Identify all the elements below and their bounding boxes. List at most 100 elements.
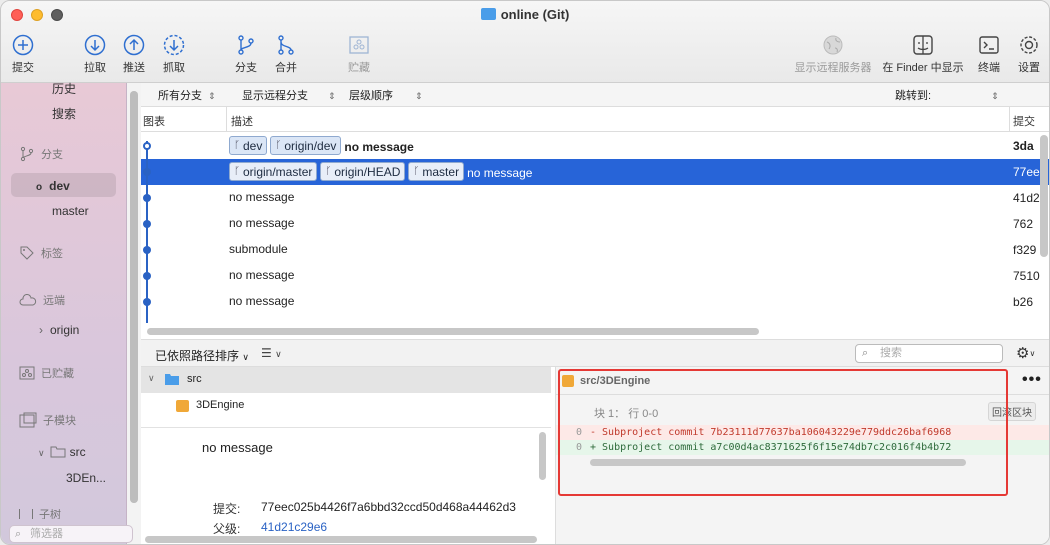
commit-description: no message xyxy=(229,266,294,282)
sidebar-scrollbar-thumb[interactable] xyxy=(130,91,138,503)
branch-tag-label: origin/dev xyxy=(284,138,337,153)
commit-hash: 762 xyxy=(1013,217,1034,231)
branch-tag[interactable]: ᚴ origin/dev xyxy=(270,136,342,155)
branch-tag[interactable]: ᚴ master xyxy=(408,162,465,181)
commit-message: no message xyxy=(229,294,295,308)
commit-message: no message xyxy=(229,190,295,204)
commit-hash: 7510 xyxy=(1013,269,1040,283)
commit-list: ᚴ dev ᚴ origin/dev no message 3da ᚴ origin/mast… xyxy=(141,133,1049,325)
toolbar: online (Git) 提交 拉取 推送 抓取 分支 合并 贮藏 显示远程服务… xyxy=(1,1,1049,83)
branch-icon: ᚴ xyxy=(275,140,282,151)
updown-chevron-icon: ⇕ xyxy=(328,91,336,101)
subtree-icon xyxy=(19,509,33,519)
more-options-button[interactable]: ••• xyxy=(1022,371,1042,389)
column-graph[interactable]: 图表 xyxy=(143,113,165,129)
stash-icon xyxy=(349,36,369,54)
commit-node xyxy=(143,142,151,150)
commit-message: no message xyxy=(467,165,533,180)
detail-hscrollbar[interactable] xyxy=(145,536,537,543)
branch-filter-dropdown[interactable]: 所有分支 ⇕ xyxy=(158,87,216,103)
remote-filter-dropdown[interactable]: 显示远程分支 ⇕ xyxy=(242,87,336,103)
tree-row-src[interactable]: ∨ src xyxy=(141,367,551,393)
sidebar-scrollbar[interactable] xyxy=(130,91,138,503)
sidebar-item-history[interactable]: 历史 xyxy=(52,80,76,97)
folder-icon xyxy=(165,374,179,385)
stash-button[interactable]: 贮藏 xyxy=(334,33,384,75)
parent-link[interactable]: 41d21c29e6 xyxy=(261,520,327,534)
commit-row[interactable]: ᚴ origin/master ᚴ origin/HEAD ᚴ master no mess… xyxy=(141,159,1049,185)
revert-hunk-button[interactable]: 回滚区块 xyxy=(988,402,1036,421)
column-description[interactable]: 描述 xyxy=(231,113,253,129)
sidebar-item-search[interactable]: 搜索 xyxy=(52,105,76,122)
sort-dropdown[interactable]: 已依照路径排序 ∨ xyxy=(155,347,249,364)
current-branch-icon: o xyxy=(36,182,43,193)
view-mode-dropdown[interactable]: ☰ ∨ xyxy=(261,346,282,360)
commit-description: no message xyxy=(229,214,294,230)
file-toolbar: 已依照路径排序 ∨ ☰ ∨ ⌕ 搜索 ⚙∨ xyxy=(141,339,1049,367)
settings-button[interactable]: 设置 xyxy=(1004,33,1049,75)
sidebar-filter-input[interactable]: ⌕ 筛选器 xyxy=(9,525,133,543)
branch-tag-label: master xyxy=(422,164,460,179)
stashes-section-header[interactable]: 已贮藏 xyxy=(19,365,74,381)
fetch-icon xyxy=(163,34,185,56)
cloud-icon xyxy=(19,294,37,306)
updown-chevron-icon: ⇕ xyxy=(208,91,216,101)
show-remote-button[interactable]: 显示远程服务器 xyxy=(793,33,873,75)
commit-hash-value: 77eec025b4426f7a6bbd32ccd50d468a44462d3 xyxy=(261,500,516,514)
column-commit[interactable]: 提交 xyxy=(1013,113,1035,129)
branch-tag[interactable]: ᚴ origin/master xyxy=(229,162,318,181)
merge-button[interactable]: 合并 xyxy=(261,33,311,75)
commit-row[interactable]: no message b26 xyxy=(141,289,1049,315)
finder-icon xyxy=(913,35,933,55)
sidebar-item-3dengine[interactable]: 3DEn... xyxy=(66,471,106,485)
chevron-down-icon: ∨ xyxy=(275,349,282,359)
branch-icon: ᚴ xyxy=(325,166,332,177)
subtrees-section-header[interactable]: 子树 xyxy=(19,509,61,519)
commit-description: submodule xyxy=(229,240,288,256)
diff-hscrollbar[interactable] xyxy=(590,459,966,466)
commit-row[interactable]: ᚴ dev ᚴ origin/dev no message 3da xyxy=(141,133,1049,159)
branch-icon: ᚴ xyxy=(413,166,420,177)
file-search-input[interactable]: ⌕ 搜索 xyxy=(855,344,1003,363)
commit-list-hscrollbar[interactable] xyxy=(147,328,759,335)
diff-line-added: 0 + Subproject commit a7c00d4ac8371625f6… xyxy=(556,440,1049,455)
diff-line-removed: 0 - Subproject commit 7b23111d77637ba106… xyxy=(556,425,1049,440)
commit-row[interactable]: no message 41d2 xyxy=(141,185,1049,211)
tags-section-header[interactable]: 标签 xyxy=(19,245,63,261)
commit-list-vscrollbar[interactable] xyxy=(1040,135,1048,257)
fetch-button[interactable]: 抓取 xyxy=(149,33,199,75)
branch-tag[interactable]: ᚴ origin/HEAD xyxy=(320,162,406,181)
commit-button[interactable]: 提交 xyxy=(1,33,48,75)
merge-icon xyxy=(278,35,294,55)
globe-icon xyxy=(823,35,843,55)
commit-row[interactable]: submodule f329 xyxy=(141,237,1049,263)
file-options-button[interactable]: ⚙∨ xyxy=(1016,344,1035,362)
branches-section-header[interactable]: 分支 xyxy=(19,146,63,162)
commit-node xyxy=(143,220,151,228)
folder-icon xyxy=(50,446,66,458)
commit-message: no message xyxy=(344,139,414,154)
commit-row[interactable]: no message 762 xyxy=(141,211,1049,237)
remotes-section-header[interactable]: 远端 xyxy=(19,292,65,308)
sidebar-item-dev[interactable]: o dev xyxy=(36,179,70,193)
branch-icon xyxy=(20,146,34,162)
submodule-icon xyxy=(19,412,37,428)
commit-row[interactable]: no message 7510 xyxy=(141,263,1049,289)
sidebar-item-src[interactable]: ∨ src xyxy=(38,445,86,459)
branch-icon xyxy=(238,35,254,55)
commit-node xyxy=(143,298,151,306)
jump-to-dropdown[interactable]: 跳转到: ⇕ xyxy=(895,87,999,103)
order-dropdown[interactable]: 层级顺序 ⇕ xyxy=(349,87,423,103)
commit-hash: 3da xyxy=(1013,139,1034,153)
commit-node xyxy=(143,194,151,202)
sidebar-item-master[interactable]: master xyxy=(52,204,89,218)
commit-message: no message xyxy=(229,216,295,230)
detail-vscrollbar[interactable] xyxy=(539,432,546,480)
submodules-section-header[interactable]: 子模块 xyxy=(19,412,76,428)
sidebar-item-origin[interactable]: › origin xyxy=(39,323,79,337)
tree-row-3dengine[interactable]: 3DEngine xyxy=(141,393,551,419)
branch-tag[interactable]: ᚴ dev xyxy=(229,136,268,155)
show-in-finder-button[interactable]: 在 Finder 中显示 xyxy=(882,33,964,75)
commit-description: no message xyxy=(229,292,294,308)
commit-description: ᚴ dev ᚴ origin/dev no message xyxy=(229,136,414,155)
